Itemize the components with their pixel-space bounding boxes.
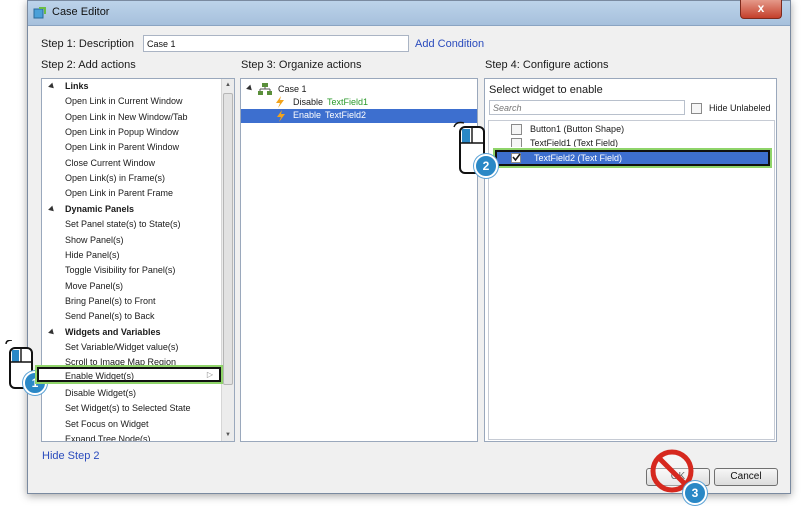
action-target: TextField2 xyxy=(325,110,367,120)
scroll-up-icon[interactable]: ▲ xyxy=(222,79,234,91)
action-label: Dynamic Panels xyxy=(65,203,135,214)
action-label: Set Panel state(s) to State(s) xyxy=(65,219,181,230)
action-label: Set Variable/Widget value(s) xyxy=(65,341,179,352)
callout-2: 2 xyxy=(474,154,498,178)
step1-label: Step 1: Description xyxy=(41,38,134,50)
action-verb: Enable xyxy=(293,110,322,120)
hide-step2-link[interactable]: Hide Step 2 xyxy=(42,450,99,462)
collapse-triangle-icon[interactable] xyxy=(48,328,56,336)
lightning-icon xyxy=(276,96,284,108)
actions-scrollbar[interactable]: ▲ ▼ xyxy=(221,79,234,441)
actions-list[interactable]: Links Open Link in Current Window Open Lin… xyxy=(41,78,235,442)
hide-unlabeled-checkbox[interactable] xyxy=(691,103,702,114)
action-label: Links xyxy=(65,81,89,91)
collapse-triangle-icon[interactable] xyxy=(48,205,56,214)
submenu-arrow-icon: ▷ xyxy=(206,370,213,379)
check-icon xyxy=(512,153,521,162)
action-label: Set Widget(s) to Selected State xyxy=(65,403,191,414)
widget-search-input[interactable] xyxy=(489,100,685,115)
action-label: Close Current Window xyxy=(65,157,156,168)
action-label: Show Panel(s) xyxy=(65,234,124,245)
step3-label: Step 3: Organize actions xyxy=(241,59,362,71)
case-name: Case 1 xyxy=(278,84,307,94)
hide-unlabeled-label: Hide Unlabeled xyxy=(709,103,771,113)
expand-icon[interactable] xyxy=(246,84,254,93)
action-label: Open Link in New Window/Tab xyxy=(65,111,188,122)
action-label: Set Focus on Widget xyxy=(65,418,149,429)
organize-actions-tree[interactable]: Case 1 Disable TextField1 Enable TextFie… xyxy=(240,78,478,442)
scroll-down-icon[interactable]: ▼ xyxy=(222,429,234,441)
action-verb: Disable xyxy=(293,97,324,107)
action-label: Disable Widget(s) xyxy=(65,388,137,398)
window-title: Case Editor xyxy=(52,6,110,18)
configure-heading: Select widget to enable xyxy=(489,84,603,96)
action-label: Open Link(s) in Frame(s) xyxy=(65,173,166,184)
enable-widget-highlight: Enable Widget(s) ▷ xyxy=(35,365,223,384)
widget-checkbox[interactable] xyxy=(511,138,522,147)
widget-row-highlight: TextField2 (Text Field) xyxy=(493,148,772,168)
widget-row[interactable]: TextField1 (Text Field) xyxy=(489,135,774,147)
step2-label: Step 2: Add actions xyxy=(41,59,136,71)
action-label: Send Panel(s) to Back xyxy=(65,311,155,322)
scroll-thumb[interactable] xyxy=(223,93,233,385)
app-icon xyxy=(33,7,46,19)
widget-checkbox[interactable] xyxy=(511,124,522,135)
action-label: Expand Tree Node(s) xyxy=(65,434,151,442)
add-condition-link[interactable]: Add Condition xyxy=(415,38,484,50)
callout-3: 3 xyxy=(683,481,707,505)
collapse-triangle-icon[interactable] xyxy=(48,82,56,91)
action-label: Toggle Visibility for Panel(s) xyxy=(65,265,176,276)
widget-label: TextField2 (Text Field) xyxy=(534,153,623,163)
cancel-button[interactable]: Cancel xyxy=(714,468,778,486)
enable-widget-row[interactable]: Enable Widget(s) ▷ xyxy=(37,367,221,382)
widget-label: TextField1 (Text Field) xyxy=(530,138,619,147)
configure-actions-panel: Select widget to enable Hide Unlabeled B… xyxy=(484,78,777,442)
widget-label: Button1 (Button Shape) xyxy=(530,124,625,134)
description-input[interactable] xyxy=(143,35,409,52)
case-editor-window: Case Editor x Step 1: Description Add Co… xyxy=(27,0,791,494)
lightning-icon xyxy=(277,110,285,122)
enable-widget-label: Enable Widget(s) xyxy=(65,371,135,381)
action-item-enable[interactable]: Enable TextField2 xyxy=(241,109,477,123)
widget-row-selected[interactable]: TextField2 (Text Field) xyxy=(495,150,770,166)
title-bar: Case Editor x xyxy=(28,0,790,26)
widget-row[interactable]: Button1 (Button Shape) xyxy=(489,121,774,135)
step4-label: Step 4: Configure actions xyxy=(485,59,609,71)
case-tree-icon xyxy=(258,83,272,95)
action-target: TextField1 xyxy=(327,97,369,107)
close-button[interactable]: x xyxy=(740,0,782,19)
action-label: Hide Panel(s) xyxy=(65,249,120,260)
action-label: Bring Panel(s) to Front xyxy=(65,295,156,306)
action-label: Open Link in Popup Window xyxy=(65,127,179,138)
widget-list[interactable]: Button1 (Button Shape) TextField1 (Text … xyxy=(488,120,775,440)
action-label: Widgets and Variables xyxy=(65,326,161,337)
case-node[interactable]: Case 1 xyxy=(246,83,466,97)
action-label: Open Link in Parent Window xyxy=(65,142,180,153)
action-label: Move Panel(s) xyxy=(65,280,124,291)
action-label: Open Link in Current Window xyxy=(65,96,183,107)
action-label: Open Link in Parent Frame xyxy=(65,188,174,199)
